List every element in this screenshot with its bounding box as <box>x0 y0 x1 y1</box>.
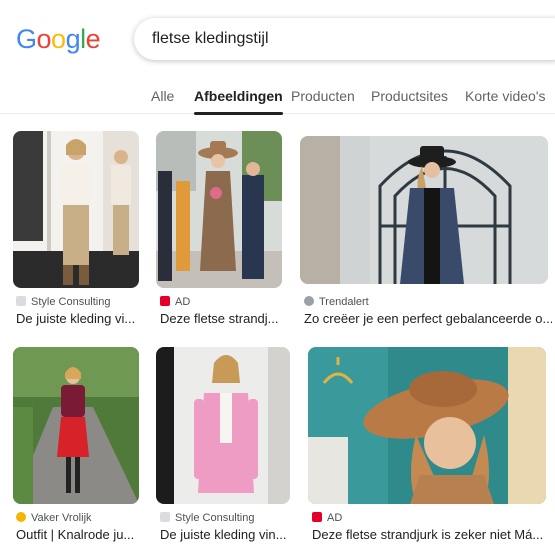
result-title[interactable]: Deze fletse strandj... <box>160 311 285 326</box>
logo-letter: e <box>85 24 101 54</box>
result-title[interactable]: De juiste kleding vin... <box>160 527 290 542</box>
google-logo[interactable]: Google <box>16 24 101 55</box>
result-title[interactable]: Deze fletse strandjurk is zeker niet Má.… <box>312 527 550 542</box>
logo-letter: g <box>65 24 81 54</box>
result-image[interactable] <box>156 131 282 288</box>
source-name: AD <box>327 512 343 524</box>
sun-icon <box>16 512 26 522</box>
source-name: Vaker Vrolijk <box>31 512 92 524</box>
result-title[interactable]: De juiste kleding vi... <box>16 311 146 326</box>
result-image[interactable] <box>308 347 546 504</box>
result-image[interactable] <box>13 347 139 504</box>
source-name: Style Consulting <box>31 296 111 308</box>
queen-large-hat-photo <box>308 347 546 504</box>
source-name: Style Consulting <box>175 512 255 524</box>
result-source: Style Consulting <box>160 512 255 524</box>
page-icon <box>16 296 26 306</box>
queen-brown-dress-photo <box>156 131 282 288</box>
result-title[interactable]: Outfit | Knalrode ju... <box>16 527 146 542</box>
logo-letter: o <box>36 24 52 54</box>
woman-beige-outfit-photo <box>13 131 139 288</box>
result-image[interactable] <box>300 136 548 284</box>
result-source: Trendalert <box>304 296 369 308</box>
result-source: AD <box>160 296 190 308</box>
search-tabs: Alle Afbeeldingen Producten Productsites… <box>0 78 555 115</box>
result-source: AD <box>312 512 342 524</box>
tab-alle[interactable]: Alle <box>151 88 174 104</box>
source-name: Trendalert <box>319 296 369 308</box>
woman-navy-coat-hat-photo <box>300 136 548 284</box>
result-image[interactable] <box>13 131 139 288</box>
ad-logo-icon <box>160 296 170 306</box>
logo-letter: o <box>51 24 66 54</box>
ad-logo-icon <box>312 512 322 522</box>
page-icon <box>160 512 170 522</box>
logo-letter: G <box>16 24 37 54</box>
tab-korte-videos[interactable]: Korte video's <box>465 88 546 104</box>
result-title[interactable]: Zo creëer je een perfect gebalanceerde o… <box>304 311 552 326</box>
tab-productsites[interactable]: Productsites <box>371 88 448 104</box>
result-image[interactable] <box>156 347 290 504</box>
woman-red-skirt-photo <box>13 347 139 504</box>
source-name: AD <box>175 296 191 308</box>
trendalert-icon <box>304 296 314 306</box>
woman-pink-suit-photo <box>156 347 290 504</box>
search-input[interactable]: fletse kledingstijl <box>152 30 269 48</box>
tab-producten[interactable]: Producten <box>291 88 355 104</box>
search-box[interactable]: fletse kledingstijl <box>134 18 555 60</box>
tab-afbeeldingen[interactable]: Afbeeldingen <box>194 88 283 115</box>
result-source: Vaker Vrolijk <box>16 512 92 524</box>
result-source: Style Consulting <box>16 296 111 308</box>
